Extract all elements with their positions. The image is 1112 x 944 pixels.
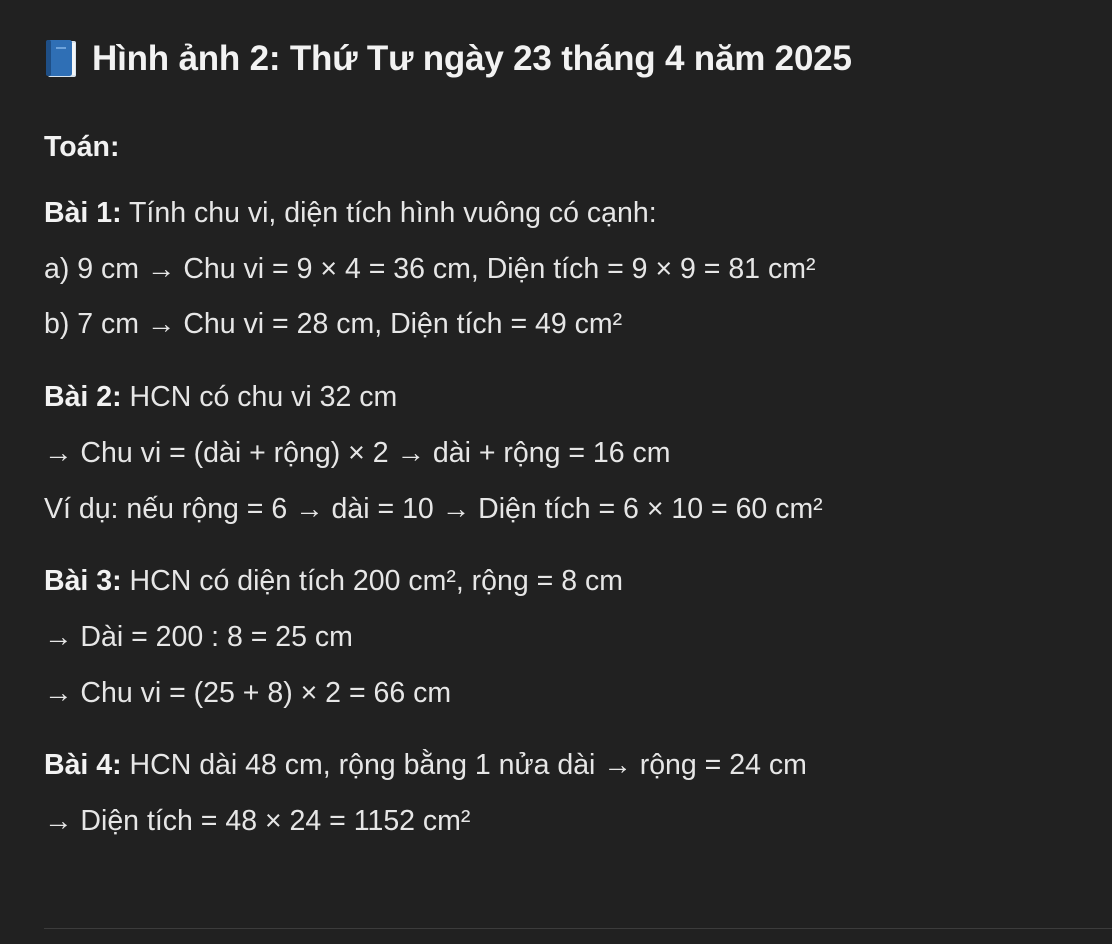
exercise-2-heading-text: HCN có chu vi 32 cm: [121, 381, 398, 413]
exercise-2-heading: Bài 2: HCN có chu vi 32 cm: [44, 379, 397, 415]
exercise-1-line-a: a) 9 cm → Chu vi = 9 × 4 = 36 cm, Diện t…: [44, 253, 816, 285]
exercise-1-line-b: b) 7 cm → Chu vi = 28 cm, Diện tích = 49…: [44, 308, 623, 340]
exercise-1-heading-text: Tính chu vi, diện tích hình vuông có cạn…: [121, 197, 657, 229]
exercise-1-heading: Bài 1: Tính chu vi, diện tích hình vuông…: [44, 195, 657, 231]
exercise-3-line-1: → Dài = 200 : 8 = 25 cm: [44, 621, 353, 653]
exercise-4-heading-text: HCN dài 48 cm, rộng bằng 1 nửa dài → rộn…: [121, 749, 807, 781]
section-heading: Toán:: [44, 131, 120, 163]
exercise-2-label: Bài 2:: [44, 381, 122, 413]
exercise-4-heading: Bài 4: HCN dài 48 cm, rộng bằng 1 nửa dà…: [44, 747, 807, 783]
exercise-3-line-2: → Chu vi = (25 + 8) × 2 = 66 cm: [44, 677, 452, 709]
exercise-3-heading: Bài 3: HCN có diện tích 200 cm², rộng = …: [44, 563, 623, 599]
exercise-2-line-1: → Chu vi = (dài + rộng) × 2 → dài + rộng…: [44, 437, 671, 469]
bottom-divider: [44, 928, 1112, 929]
exercise-3-label: Bài 3:: [44, 565, 122, 597]
document-title-row: Hình ảnh 2: Thứ Tư ngày 23 tháng 4 năm 2…: [44, 34, 852, 84]
exercise-3-heading-text: HCN có diện tích 200 cm², rộng = 8 cm: [121, 565, 623, 597]
exercise-2-line-2: Ví dụ: nếu rộng = 6 → dài = 10 → Diện tí…: [44, 493, 823, 525]
blue-book-icon: [46, 40, 76, 77]
exercise-1-label: Bài 1:: [44, 197, 122, 229]
document-title: Hình ảnh 2: Thứ Tư ngày 23 tháng 4 năm 2…: [92, 39, 852, 78]
exercise-4-label: Bài 4:: [44, 749, 122, 781]
exercise-4-line-1: → Diện tích = 48 × 24 = 1152 cm²: [44, 805, 471, 837]
